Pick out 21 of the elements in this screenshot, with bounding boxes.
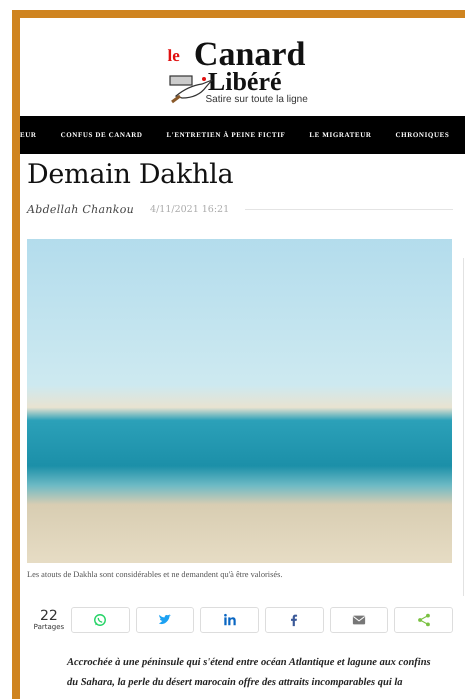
share-share-button[interactable] xyxy=(394,607,453,633)
photo-caption: Les atouts de Dakhla sont considérables et ne demandent qu'à être valorisés. xyxy=(27,570,284,579)
bird-icon xyxy=(158,613,172,627)
author-name: Abdellah Chankou xyxy=(27,202,134,216)
envelope-icon xyxy=(352,613,366,627)
logo-title: Canard xyxy=(194,40,306,70)
whatsapp-icon xyxy=(93,613,108,627)
share-count: 22 xyxy=(40,610,58,622)
share-icon xyxy=(416,613,431,627)
linkedin-share-button[interactable] xyxy=(200,607,259,633)
logo-tagline: Satire sur toute la ligne xyxy=(204,94,309,106)
publish-date: 4/11/2021 16:21 xyxy=(150,204,230,214)
logo-prefix: le xyxy=(168,46,181,67)
linkedin-icon xyxy=(222,613,237,627)
lead-paragraph: Accrochée à une péninsule qui s'étend entre océan Atlantique et lagune aux confins du Sahara, la perle du désert marocain offre des attraits incomparables qui la xyxy=(67,656,432,690)
article-title: Demain Dakhla xyxy=(27,158,234,192)
facebook-share-button[interactable] xyxy=(264,607,324,633)
email-share-button[interactable] xyxy=(330,607,388,633)
logo-title: Libéré xyxy=(208,70,282,94)
twitter-share-button[interactable] xyxy=(136,607,194,633)
whatsapp-share-button[interactable] xyxy=(70,607,130,633)
